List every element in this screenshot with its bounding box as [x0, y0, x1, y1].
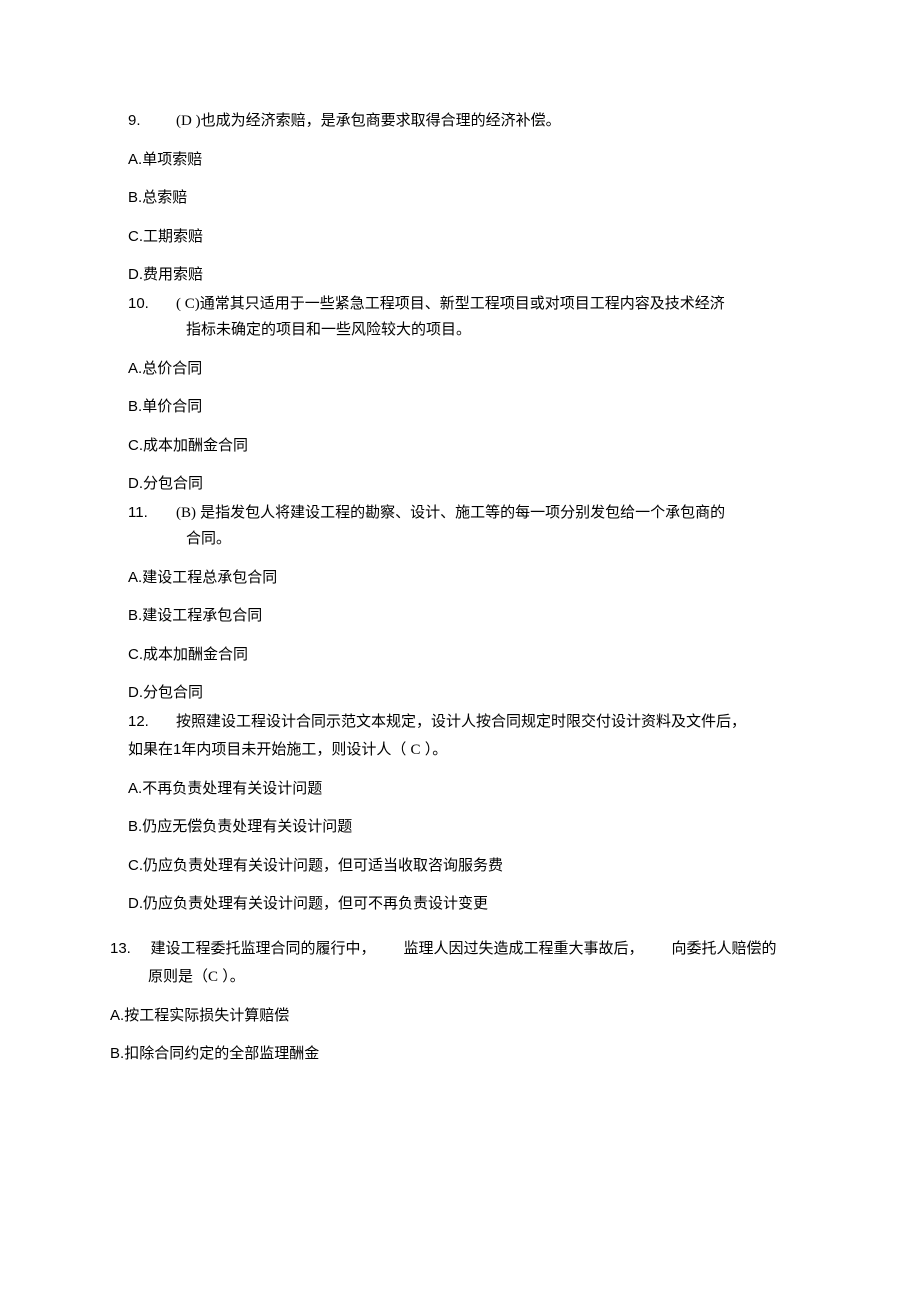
option-letter: B. — [128, 189, 142, 206]
option-text: 建设工程总承包合同 — [142, 569, 277, 586]
q11-option-b: B.建设工程承包合同 — [128, 605, 810, 628]
option-text: 单价合同 — [142, 398, 202, 415]
option-text: 仍应无偿负责处理有关设计问题 — [142, 818, 352, 835]
option-letter: B. — [110, 1045, 124, 1062]
q13-text2a: 原则是（ — [148, 968, 208, 985]
option-text: 工期索赔 — [143, 228, 203, 245]
q10-stem: 10. ( C)通常其只适用于一些紧急工程项目、新型工程项目或对项目工程内容及技术… — [128, 293, 810, 342]
option-letter: D. — [128, 475, 143, 492]
q12-option-a: A.不再负责处理有关设计问题 — [128, 778, 810, 801]
option-text: 总索赔 — [142, 189, 187, 206]
option-text: 仍应负责处理有关设计问题，但可适当收取咨询服务费 — [143, 857, 503, 874]
q10-option-c: C.成本加酬金合同 — [128, 435, 810, 458]
q10-option-b: B.单价合同 — [128, 396, 810, 419]
q12-text2c: ）。 — [425, 741, 448, 758]
option-text: 分包合同 — [143, 475, 203, 492]
option-letter: C. — [128, 228, 143, 245]
q9-answer-marker: (D ) — [176, 113, 201, 129]
option-letter: A. — [128, 569, 142, 586]
q11-text-line1: 是指发包人将建设工程的勘察、设计、施工等的每一项分别发包给一个承包商的 — [200, 504, 725, 521]
q10-option-a: A.总价合同 — [128, 358, 810, 381]
option-letter: B. — [128, 607, 142, 624]
q11-number: 11. — [128, 502, 156, 525]
option-text: 单项索赔 — [142, 151, 202, 168]
q13-seg2: 监理人因过失造成工程重大事故后， — [404, 938, 644, 961]
q12-option-c: C.仍应负责处理有关设计问题，但可适当收取咨询服务费 — [128, 855, 810, 878]
option-letter: A. — [128, 780, 142, 797]
q9-number: 9. — [128, 110, 156, 133]
q13-seg3: 向委托人赔偿的 — [672, 938, 777, 961]
q12-text-line1: 按照建设工程设计合同示范文本规定，设计人按合同规定时限交付设计资料及文件后， — [176, 713, 746, 730]
option-letter: C. — [128, 437, 143, 454]
q9-option-b: B.总索赔 — [128, 187, 810, 210]
q9-stem: 9. (D )也成为经济索赔，是承包商要求取得合理的经济补偿。 — [128, 110, 810, 133]
question-12: 12. 按照建设工程设计合同示范文本规定，设计人按合同规定时限交付设计资料及文件后… — [128, 711, 810, 916]
q12-text2a: 如果在 — [128, 741, 173, 758]
q13-options: A.按工程实际损失计算赔偿 B.扣除合同约定的全部监理酬金 — [110, 1005, 810, 1066]
q13-stem-line2: 原则是（C ）。 — [110, 966, 810, 989]
q13-answer-marker: C — [208, 969, 218, 985]
q11-text-line2: 合同。 — [128, 528, 810, 551]
option-letter: A. — [128, 360, 142, 377]
option-letter: A. — [128, 151, 142, 168]
q10-number: 10. — [128, 293, 156, 316]
q10-option-d: D.分包合同 — [128, 473, 810, 496]
option-letter: D. — [128, 684, 143, 701]
question-10: 10. ( C)通常其只适用于一些紧急工程项目、新型工程项目或对项目工程内容及技术… — [128, 293, 810, 496]
option-text: 按工程实际损失计算赔偿 — [124, 1007, 289, 1024]
q13-stem-line1: 13. 建设工程委托监理合同的履行中， 监理人因过失造成工程重大事故后， 向委托… — [110, 938, 810, 961]
q11-option-a: A.建设工程总承包合同 — [128, 567, 810, 590]
q9-text: 也成为经济索赔，是承包商要求取得合理的经济补偿。 — [201, 112, 561, 129]
q9-option-c: C.工期索赔 — [128, 226, 810, 249]
q13-seg1: 建设工程委托监理合同的履行中， — [151, 940, 376, 957]
q10-text-line2: 指标未确定的项目和一些风险较大的项目。 — [128, 319, 810, 342]
option-letter: C. — [128, 646, 143, 663]
option-text: 扣除合同约定的全部监理酬金 — [124, 1045, 319, 1062]
option-letter: B. — [128, 398, 142, 415]
option-text: 分包合同 — [143, 684, 203, 701]
q12-option-d: D.仍应负责处理有关设计问题，但可不再负责设计变更 — [128, 893, 810, 916]
q9-option-a: A.单项索赔 — [128, 149, 810, 172]
option-text: 成本加酬金合同 — [143, 437, 248, 454]
q13-text2b: ）。 — [218, 968, 245, 985]
question-9: 9. (D )也成为经济索赔，是承包商要求取得合理的经济补偿。 A.单项索赔 B.… — [128, 110, 810, 287]
q11-stem: 11. (B) 是指发包人将建设工程的勘察、设计、施工等的每一项分别发包给一个承包… — [128, 502, 810, 551]
q12-number: 12. — [128, 711, 156, 734]
q10-text-line1: 通常其只适用于一些紧急工程项目、新型工程项目或对项目工程内容及技术经济 — [200, 295, 725, 312]
q11-option-d: D.分包合同 — [128, 682, 810, 705]
option-letter: A. — [110, 1007, 124, 1024]
option-text: 费用索赔 — [143, 266, 203, 283]
q11-option-c: C.成本加酬金合同 — [128, 644, 810, 667]
q11-answer-marker: (B) — [176, 505, 196, 521]
option-letter: B. — [128, 818, 142, 835]
q12-option-b: B.仍应无偿负责处理有关设计问题 — [128, 816, 810, 839]
q12-stem: 12. 按照建设工程设计合同示范文本规定，设计人按合同规定时限交付设计资料及文件后… — [128, 711, 810, 734]
q10-answer-marker: ( C) — [176, 296, 200, 312]
option-text: 不再负责处理有关设计问题 — [142, 780, 322, 797]
q13-option-b: B.扣除合同约定的全部监理酬金 — [110, 1043, 810, 1066]
option-text: 成本加酬金合同 — [143, 646, 248, 663]
q9-option-d: D.费用索赔 — [128, 264, 810, 287]
q13-option-a: A.按工程实际损失计算赔偿 — [110, 1005, 810, 1028]
option-letter: C. — [128, 857, 143, 874]
q13-number: 13. — [110, 938, 138, 961]
option-letter: D. — [128, 266, 143, 283]
question-11: 11. (B) 是指发包人将建设工程的勘察、设计、施工等的每一项分别发包给一个承包… — [128, 502, 810, 705]
question-13: 13. 建设工程委托监理合同的履行中， 监理人因过失造成工程重大事故后， 向委托… — [110, 938, 810, 989]
q12-answer-marker: C — [411, 742, 421, 758]
q12-text2b: 年内项目未开始施工，则设计人（ — [181, 741, 406, 758]
option-letter: D. — [128, 895, 143, 912]
q12-stem-line2: 如果在1年内项目未开始施工，则设计人（ C ）。 — [128, 739, 810, 762]
option-text: 总价合同 — [142, 360, 202, 377]
option-text: 建设工程承包合同 — [142, 607, 262, 624]
option-text: 仍应负责处理有关设计问题，但可不再负责设计变更 — [143, 895, 488, 912]
